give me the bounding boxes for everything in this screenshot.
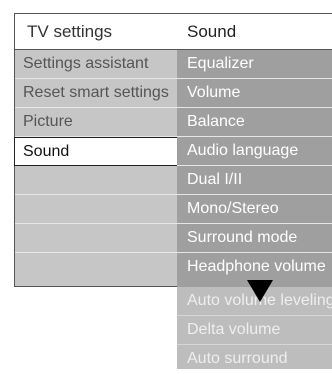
menu-item-label: Reset smart settings xyxy=(23,84,169,101)
menu-header: TV settings Sound xyxy=(14,13,332,50)
menu-item-label: Sound xyxy=(23,143,70,160)
sound-item-label: Auto surround xyxy=(187,350,288,367)
sound-item-label: Volume xyxy=(187,84,241,101)
sound-item-auto-surround[interactable]: Auto surround xyxy=(177,345,332,374)
tv-settings-title: TV settings xyxy=(27,22,113,41)
left-menu: Settings assistant Reset smart settings … xyxy=(14,50,179,287)
sound-item-label: Delta volume xyxy=(187,321,281,338)
sound-item-dual[interactable]: Dual I/II xyxy=(177,166,332,195)
menu-item-settings-assistant[interactable]: Settings assistant xyxy=(15,50,177,79)
sound-title: Sound xyxy=(187,22,237,41)
sound-item-label: Balance xyxy=(187,113,245,130)
menu-item-reset-smart-settings[interactable]: Reset smart settings xyxy=(15,79,177,108)
sound-item-surround-mode[interactable]: Surround mode xyxy=(177,224,332,253)
menu-item-label: Settings assistant xyxy=(23,55,149,72)
sound-item-balance[interactable]: Balance xyxy=(177,108,332,137)
right-menu: Equalizer Volume Balance Audio language … xyxy=(177,50,332,287)
triangle-down-icon[interactable] xyxy=(245,278,275,304)
sound-item-volume[interactable]: Volume xyxy=(177,79,332,108)
empty-row xyxy=(15,195,177,224)
sound-item-label: Headphone volume xyxy=(187,258,326,275)
empty-row xyxy=(15,166,177,195)
sound-item-mono-stereo[interactable]: Mono/Stereo xyxy=(177,195,332,224)
sound-item-label: Surround mode xyxy=(187,229,298,246)
sound-item-label: Dual I/II xyxy=(187,171,243,188)
menu-item-picture[interactable]: Picture xyxy=(15,108,177,137)
sound-item-equalizer[interactable]: Equalizer xyxy=(177,50,332,79)
sound-item-audio-language[interactable]: Audio language xyxy=(177,137,332,166)
sound-item-label: Mono/Stereo xyxy=(187,200,279,217)
empty-row xyxy=(15,224,177,253)
sound-item-label: Audio language xyxy=(187,142,299,159)
sound-item-label: Equalizer xyxy=(187,55,254,72)
sound-item-delta-volume[interactable]: Delta volume xyxy=(177,316,332,345)
empty-row xyxy=(15,253,177,282)
menu-item-label: Picture xyxy=(23,113,73,130)
menu-item-sound[interactable]: Sound xyxy=(14,137,179,166)
